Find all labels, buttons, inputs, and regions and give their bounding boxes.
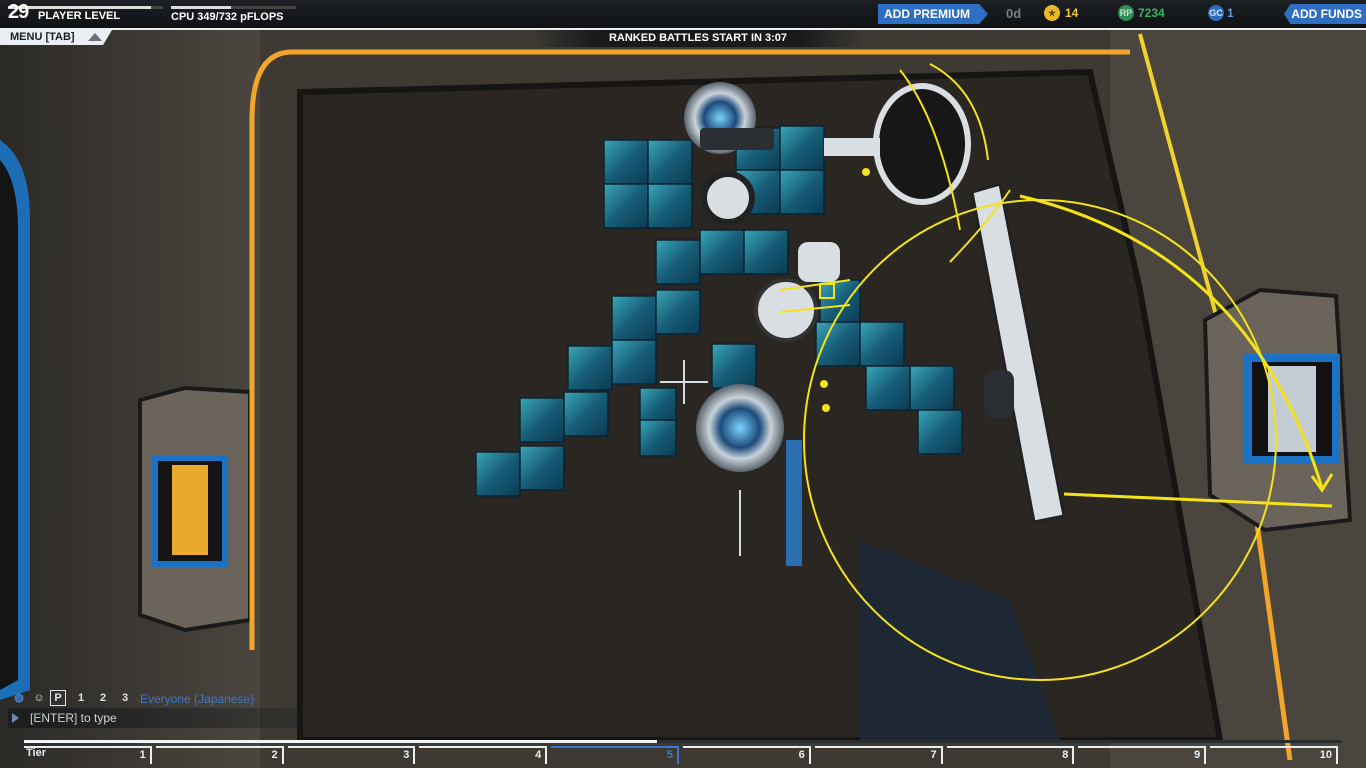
tier-number: 6	[798, 749, 805, 761]
add-funds-button[interactable]: ADD FUNDS	[1284, 4, 1366, 24]
player-level-label: PLAYER LEVEL	[38, 10, 121, 22]
tier-segment-8: 8	[946, 746, 1075, 764]
stars-value: 14	[1065, 6, 1079, 20]
tier-segment-5: 5	[551, 746, 679, 764]
caret-up-icon	[88, 33, 102, 41]
chat-arrow-icon	[12, 713, 19, 723]
player-level-number: 29	[8, 1, 29, 23]
tier-bar: Tier 1 2 3 4 5 6 7 8 9 10	[22, 738, 1344, 764]
tier-progress-bar	[24, 740, 1342, 743]
tier-number: 9	[1194, 749, 1201, 761]
tier-number: 7	[930, 749, 937, 761]
player-level-progress-bar	[8, 6, 163, 9]
rp-coin-icon: RP	[1118, 5, 1134, 21]
tier-segment-7: 7	[814, 746, 943, 764]
cpu-usage-label: CPU 349/732 pFLOPS	[171, 11, 284, 23]
tier-segment-1: 1	[24, 746, 152, 764]
menu-tab-button[interactable]: MENU [TAB]	[0, 30, 112, 45]
tier-number: 10	[1319, 749, 1332, 761]
tier-number: 5	[666, 749, 673, 761]
tier-segment-3: 3	[287, 746, 416, 764]
tier-segment-6: 6	[683, 746, 811, 764]
star-icon: ★	[1044, 5, 1060, 21]
user-2-icon[interactable]: 2	[94, 689, 112, 707]
tier-number: 1	[139, 749, 146, 761]
galaxy-credits-value: 1	[1227, 6, 1234, 20]
tier-number: 2	[271, 749, 278, 761]
add-premium-button[interactable]: ADD PREMIUM	[878, 4, 988, 24]
chat-channel-label: Everyone (Japanese)	[140, 692, 255, 706]
tier-segment-2: 2	[155, 746, 284, 764]
chat-input[interactable]: [ENTER] to type	[8, 708, 300, 728]
tier-number: 8	[1062, 749, 1069, 761]
garage-scene	[0, 0, 1366, 768]
menu-label: MENU [TAB]	[10, 31, 75, 43]
premium-days-remaining: 0d	[1006, 6, 1022, 21]
chat-input-placeholder: [ENTER] to type	[30, 711, 117, 725]
user-1-icon[interactable]: 1	[72, 689, 90, 707]
tier-segment-4: 4	[419, 746, 548, 764]
user-3-icon[interactable]: 3	[116, 689, 134, 707]
ranked-battles-countdown: RANKED BATTLES START IN 3:07	[530, 30, 866, 47]
cpu-usage-bar	[171, 6, 296, 9]
globe-icon[interactable]: ◍	[10, 689, 28, 707]
gc-coin-icon: GC	[1208, 5, 1224, 21]
tier-segment-10: 10	[1210, 746, 1338, 764]
tier-number: 3	[403, 749, 410, 761]
tier-number: 4	[535, 749, 542, 761]
party-icon[interactable]: P	[50, 690, 66, 706]
person-icon[interactable]: ☺	[30, 689, 48, 707]
top-bar: 29 PLAYER LEVEL CPU 349/732 pFLOPS ADD P…	[0, 0, 1366, 30]
tier-segment-9: 9	[1078, 746, 1207, 764]
robits-value: 7234	[1138, 6, 1165, 20]
